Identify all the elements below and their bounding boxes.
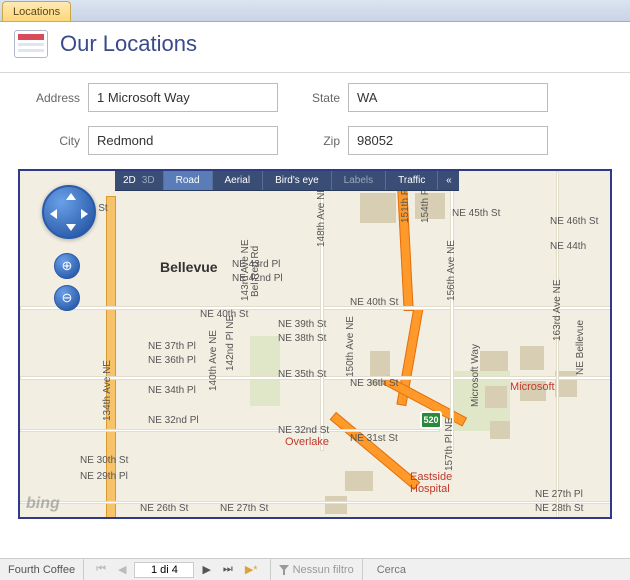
map-label: Overlake xyxy=(285,436,329,448)
search-input[interactable] xyxy=(371,562,491,578)
address-label: Address xyxy=(18,91,88,105)
highway-shield: 520 xyxy=(420,411,442,429)
record-label: Fourth Coffee xyxy=(0,559,84,580)
map-label: NE 36th St xyxy=(350,378,398,389)
nav-first-button[interactable]: ⏮ xyxy=(92,563,110,576)
map-label: 140th Ave NE xyxy=(208,330,219,391)
pan-up-icon[interactable] xyxy=(66,193,76,200)
map-label: NE 40th St xyxy=(350,297,398,308)
map-label: NE 31st St xyxy=(350,433,398,444)
map-label: 150th Ave NE xyxy=(345,316,356,377)
map-label: NE 34th Pl xyxy=(148,385,196,396)
map-label: 142nd Pl NE xyxy=(225,315,236,371)
map-label: NE 32nd Pl xyxy=(148,415,199,426)
map-style-aerial[interactable]: Aerial xyxy=(212,171,263,190)
zip-input[interactable] xyxy=(348,126,548,155)
funnel-icon xyxy=(279,565,289,575)
map-label: NE 46th St xyxy=(550,216,598,227)
map-toggle-labels[interactable]: Labels xyxy=(331,171,385,190)
map-label: Microsoft xyxy=(510,381,555,393)
filter-label: Nessun filtro xyxy=(293,564,354,576)
city-label: City xyxy=(18,134,88,148)
map-label: NE 32nd St xyxy=(278,425,329,436)
map-label: NE Bellevue xyxy=(575,320,586,375)
map-style-birdseye[interactable]: Bird's eye xyxy=(262,171,331,190)
map-style-road[interactable]: Road xyxy=(163,171,212,190)
city-input[interactable] xyxy=(88,126,278,155)
map-label: NE 27th Pl xyxy=(535,489,583,500)
map-attribution: bing xyxy=(26,495,60,513)
nav-last-button[interactable]: ⏭ xyxy=(219,563,237,576)
address-form: Address State City Zip xyxy=(0,73,630,155)
nav-prev-button[interactable]: ◀ xyxy=(114,563,130,576)
map-canvas[interactable]: Bellevue Overlake EastsideHospital Micro… xyxy=(20,171,610,517)
form-icon xyxy=(14,30,48,58)
state-label: State xyxy=(308,91,348,105)
map-label: 157th Pl NE xyxy=(444,418,455,471)
map-toggle-traffic[interactable]: Traffic xyxy=(385,171,437,190)
pan-right-icon[interactable] xyxy=(81,209,88,219)
map-label: NE 39th St xyxy=(278,319,326,330)
page-title: Our Locations xyxy=(60,31,197,57)
zip-label: Zip xyxy=(308,134,348,148)
record-position-input[interactable] xyxy=(134,562,194,578)
map-label: Bellevue xyxy=(160,259,218,275)
map-mode-2d[interactable]: 2D xyxy=(123,175,136,186)
address-input[interactable] xyxy=(88,83,278,112)
pan-left-icon[interactable] xyxy=(50,209,57,219)
map-pan-control xyxy=(42,185,96,239)
map-label: NE 36th Pl xyxy=(148,355,196,366)
zoom-in-button[interactable]: ⊕ xyxy=(54,253,80,279)
map-label: NE 28th St xyxy=(535,503,583,514)
map-label: NE 37th Pl xyxy=(148,341,196,352)
map-label: Microsoft Way xyxy=(470,344,481,407)
tab-locations[interactable]: Locations xyxy=(2,1,71,21)
map-label: NE 35th St xyxy=(278,369,326,380)
map-control[interactable]: Bellevue Overlake EastsideHospital Micro… xyxy=(18,169,612,519)
nav-new-button[interactable]: ▶* xyxy=(241,563,262,576)
map-label: NE 30th St xyxy=(80,455,128,466)
map-label: 163rd Ave NE xyxy=(552,279,563,341)
zoom-out-button[interactable]: ⊖ xyxy=(54,285,80,311)
map-label: NE 38th St xyxy=(278,333,326,344)
map-toolbar: 2D 3D Road Aerial Bird's eye Labels Traf… xyxy=(115,171,459,191)
map-label: 156th Ave NE xyxy=(446,240,457,301)
nav-next-button[interactable]: ▶ xyxy=(198,563,214,576)
tab-bar: Locations xyxy=(0,0,630,22)
record-navigation-bar: Fourth Coffee ⏮ ◀ ▶ ⏭ ▶* Nessun filtro xyxy=(0,558,630,580)
map-label: NE 44th xyxy=(550,241,586,252)
map-label: NE 27th St xyxy=(220,503,268,514)
filter-indicator[interactable]: Nessun filtro xyxy=(271,559,363,580)
map-toolbar-collapse[interactable]: « xyxy=(437,171,459,190)
pan-down-icon[interactable] xyxy=(66,224,76,231)
map-label: Bel Red Rd xyxy=(250,246,261,297)
map-label: 148th Ave NE xyxy=(316,186,327,247)
map-label: NE 45th St xyxy=(452,208,500,219)
map-mode-3d[interactable]: 3D xyxy=(142,175,155,186)
state-input[interactable] xyxy=(348,83,548,112)
form-header: Our Locations xyxy=(0,22,630,73)
map-label: 134th Ave NE xyxy=(102,360,113,421)
map-label: NE 26th St xyxy=(140,503,188,514)
map-label: EastsideHospital xyxy=(410,471,452,495)
map-label: NE 29th Pl xyxy=(80,471,128,482)
